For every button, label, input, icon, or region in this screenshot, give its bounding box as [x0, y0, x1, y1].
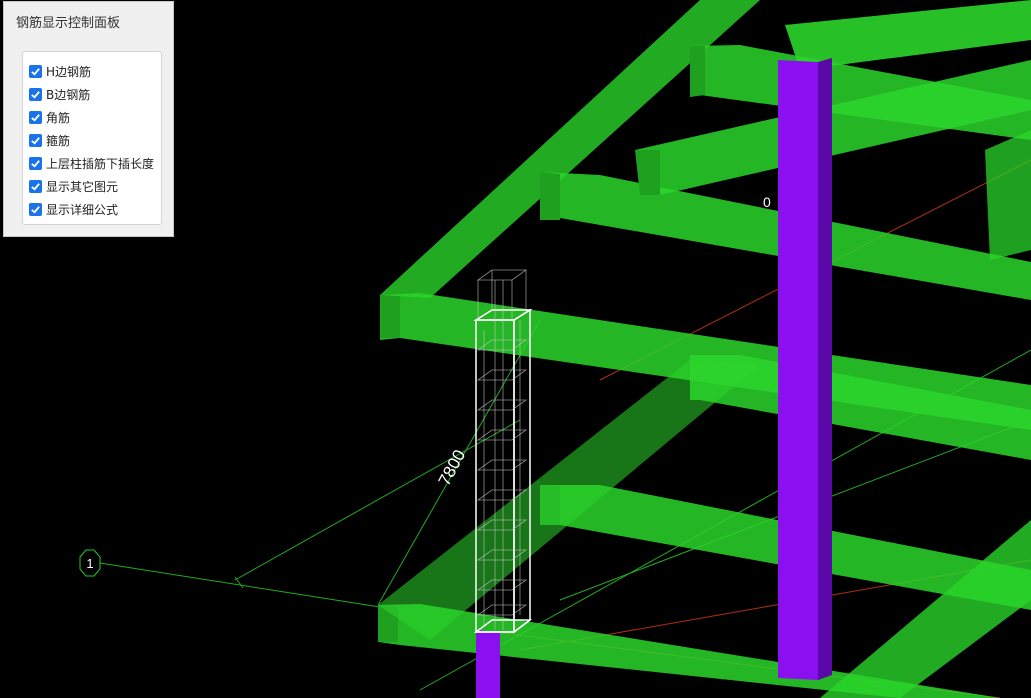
option-label: 箍筋	[46, 133, 71, 148]
option-upper-column-dowel-length[interactable]: 上层柱插筋下插长度	[29, 154, 154, 172]
checkbox-checked-icon[interactable]	[29, 133, 42, 147]
rebar-display-control-panel: 钢筋显示控制面板 H边钢筋 B边钢筋 角筋 箍筋 上层柱插筋下插长度 显示其它图…	[3, 1, 174, 237]
panel-title: 钢筋显示控制面板	[16, 16, 121, 31]
checkbox-checked-icon[interactable]	[29, 179, 42, 193]
option-label: H边钢筋	[46, 64, 92, 79]
checkbox-checked-icon[interactable]	[29, 110, 42, 124]
axis-marker: 1	[79, 549, 101, 577]
option-label: 显示详细公式	[46, 202, 119, 217]
checkbox-checked-icon[interactable]	[29, 156, 42, 170]
option-label: 上层柱插筋下插长度	[46, 156, 155, 171]
option-label: B边钢筋	[46, 87, 91, 102]
option-list: H边钢筋 B边钢筋 角筋 箍筋 上层柱插筋下插长度 显示其它图元 显示详细公式	[22, 51, 162, 225]
option-b-side-rebar[interactable]: B边钢筋	[29, 85, 90, 103]
checkbox-checked-icon[interactable]	[29, 87, 42, 101]
option-show-detailed-formula[interactable]: 显示详细公式	[29, 200, 118, 218]
checkbox-checked-icon[interactable]	[29, 64, 42, 78]
option-stirrup[interactable]: 箍筋	[29, 131, 70, 149]
beam-front-face	[380, 295, 400, 338]
option-label: 显示其它图元	[46, 179, 119, 194]
option-corner-rebar[interactable]: 角筋	[29, 108, 70, 126]
option-h-side-rebar[interactable]: H边钢筋	[29, 62, 91, 80]
axis-label: 1	[86, 556, 93, 571]
small-label: 0	[763, 194, 771, 210]
beam-upper-face	[540, 172, 560, 220]
option-label: 角筋	[46, 110, 71, 125]
beam-upper-face-2	[690, 46, 705, 97]
option-show-other-elements[interactable]: 显示其它图元	[29, 177, 118, 195]
checkbox-checked-icon[interactable]	[29, 202, 42, 216]
beam-right-vertical	[985, 130, 1031, 260]
